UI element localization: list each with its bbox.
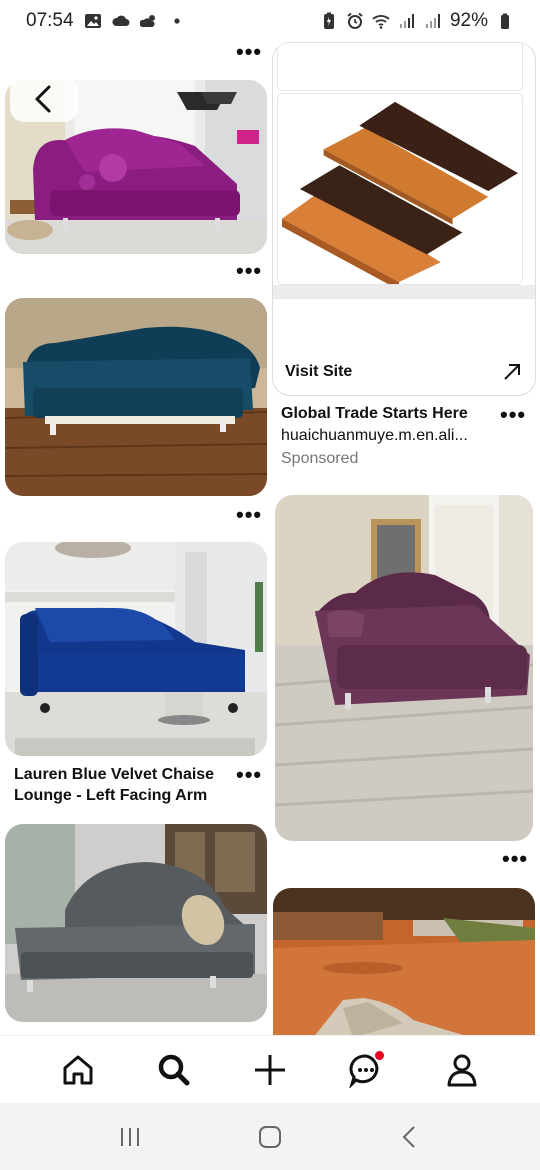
wifi-icon xyxy=(372,12,390,30)
recents-icon xyxy=(121,1127,139,1146)
battery-icon xyxy=(496,12,514,30)
gallery-icon xyxy=(84,12,102,30)
plus-icon xyxy=(255,1054,285,1085)
nav-create-button[interactable] xyxy=(248,1048,292,1092)
pin-feed[interactable]: ••• ••• ••• Lauren Blue Velvet Chaise Lo… xyxy=(0,42,540,1035)
search-icon xyxy=(158,1054,190,1085)
profile-icon xyxy=(447,1054,477,1086)
sponsored-label: Sponsored xyxy=(281,450,359,467)
visit-site-button[interactable]: Visit Site xyxy=(285,363,352,381)
blue-chaise-pin[interactable] xyxy=(5,542,267,756)
system-home-button[interactable] xyxy=(250,1117,290,1157)
status-time: 07:54 xyxy=(26,10,74,31)
more-options-button[interactable]: ••• xyxy=(502,848,528,870)
back-button[interactable] xyxy=(10,76,78,122)
teal-chaise-pin[interactable] xyxy=(5,298,267,496)
system-navigation xyxy=(0,1103,540,1170)
system-back-button[interactable] xyxy=(390,1117,430,1157)
nav-search-button[interactable] xyxy=(152,1048,196,1092)
more-options-button[interactable]: ••• xyxy=(236,764,262,786)
sponsored-ad-card[interactable]: Visit Site xyxy=(272,42,536,396)
notification-dot xyxy=(375,1050,384,1060)
cloud-icon xyxy=(112,12,130,30)
nav-home-button[interactable] xyxy=(56,1048,100,1092)
dot-icon xyxy=(168,12,186,30)
ad-image-border xyxy=(273,285,535,299)
signal-icon xyxy=(424,12,442,30)
battery-percent: 92% xyxy=(449,10,488,31)
battery-saver-icon xyxy=(320,12,338,30)
dirt-yard-pin[interactable] xyxy=(273,888,535,1035)
decking-boards-pin[interactable] xyxy=(277,93,523,285)
signal-icon xyxy=(398,12,416,30)
nav-profile-button[interactable] xyxy=(440,1048,484,1092)
more-options-button[interactable]: ••• xyxy=(236,42,262,63)
ad-domain[interactable]: huaichuanmuye.m.en.ali... xyxy=(281,427,491,445)
pin-caption: Lauren Blue Velvet Chaise Lounge - Left … xyxy=(14,766,215,804)
home-icon xyxy=(63,1055,93,1084)
alarm-icon xyxy=(346,12,364,30)
more-options-button[interactable]: ••• xyxy=(236,504,262,526)
grey-chaise-pin[interactable] xyxy=(5,824,267,1022)
home-square-icon xyxy=(259,1125,281,1148)
recents-button[interactable] xyxy=(110,1117,150,1157)
status-bar: 07:54 92% xyxy=(0,0,540,42)
weather-icon xyxy=(139,12,158,30)
ad-image-frame xyxy=(277,43,523,91)
chevron-left-icon xyxy=(402,1125,415,1148)
external-link-icon[interactable] xyxy=(501,361,523,383)
plum-chaise-pin[interactable] xyxy=(275,495,533,841)
nav-messages-button[interactable] xyxy=(344,1048,388,1092)
more-options-button[interactable]: ••• xyxy=(500,404,526,426)
more-options-button[interactable]: ••• xyxy=(236,260,262,282)
bottom-navigation xyxy=(0,1035,540,1103)
ad-title: Global Trade Starts Here xyxy=(281,405,468,422)
